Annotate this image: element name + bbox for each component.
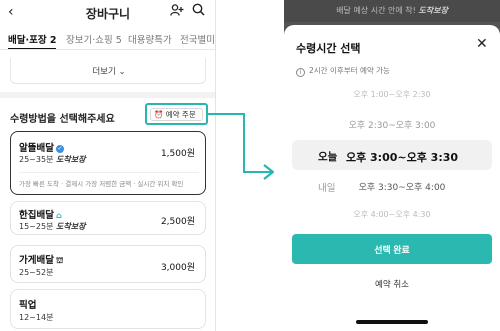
- delivery-option-card[interactable]: 가게배달 ⛫ 25~52분 3,000원: [10, 245, 206, 283]
- option-name: 가게배달: [19, 255, 54, 266]
- home-indicator: [356, 320, 428, 324]
- option-time: 12~14분: [19, 313, 54, 322]
- option-name: 픽업: [19, 300, 37, 311]
- guarantee-badge: 도착보장: [55, 155, 86, 164]
- category-tabs: 배달·포장 2 장보기·쇼핑 5 대용량특가 전국별미: [0, 26, 215, 50]
- time-slot-option[interactable]: 오후 3:30~오후 4:00: [284, 180, 500, 193]
- reserve-order-button[interactable]: ⏰ 예약 주문: [150, 108, 203, 121]
- time-slot-option[interactable]: 오후 1:00~오후 2:30: [284, 89, 500, 100]
- cancel-reservation-button[interactable]: 예약 취소: [284, 278, 500, 290]
- banner-brand: 도착보장: [418, 6, 448, 15]
- option-time: 15~25분: [19, 222, 54, 231]
- card-separator: [19, 172, 199, 173]
- time-select-sheet: 수령시간 선택 ✕ i 2시간 이후부터 예약 가능 오후 1:00~오후 2:3…: [284, 25, 500, 331]
- time-slot-selected[interactable]: 오후 3:00~오후 3:30: [284, 149, 500, 165]
- reservation-info: 2시간 이후부터 예약 가능: [309, 66, 390, 75]
- delivery-option-card[interactable]: 픽업 12~14분: [10, 289, 206, 329]
- tab-grocery-shopping[interactable]: 장보기·쇼핑 5: [66, 32, 122, 46]
- store-icon: ⛫: [55, 256, 64, 265]
- tab-delivery-pickup[interactable]: 배달·포장 2: [8, 32, 57, 46]
- cart-screen: ‹ 장바구니 배달·포장 2 장보기·쇼핑 5 대용량특가 전국별미 더보기 ⌄…: [0, 0, 216, 331]
- alarm-clock-icon: ⏰: [154, 110, 164, 119]
- delivery-option-card[interactable]: 한집배달 ⌂ 15~25분 도착보장 2,500원: [10, 201, 206, 235]
- banner-text: 배달 예상 시간 안에 착!: [336, 6, 416, 15]
- tab-bulk-deal[interactable]: 대용량특가: [128, 32, 172, 46]
- active-tab-indicator: [8, 48, 56, 49]
- search-icon[interactable]: [192, 3, 205, 20]
- option-price: 2,500원: [160, 217, 195, 227]
- house-icon: ⌂: [55, 211, 62, 220]
- person-add-icon[interactable]: [170, 4, 184, 20]
- verified-icon: ✓: [55, 145, 64, 153]
- guarantee-badge: 도착보장: [55, 222, 86, 231]
- delivery-option-card[interactable]: 알뜰배달 ✓ 25~35분 도착보장 1,500원 가장 빠른 도착 · 결제시 …: [10, 131, 206, 195]
- option-time: 25~52분: [19, 268, 54, 277]
- more-button[interactable]: 더보기 ⌄: [10, 58, 206, 84]
- close-icon[interactable]: ✕: [476, 36, 488, 52]
- tab-regional-specialty[interactable]: 전국별미: [180, 32, 215, 46]
- confirm-button[interactable]: 선택 완료: [292, 234, 492, 264]
- info-icon: i: [296, 68, 305, 77]
- time-slot-option[interactable]: 오후 4:00~오후 4:30: [284, 209, 500, 220]
- sheet-title: 수령시간 선택: [296, 42, 361, 55]
- more-label: 더보기: [92, 67, 116, 77]
- option-name: 한집배달: [19, 210, 54, 221]
- chevron-down-icon: ⌄: [118, 67, 126, 77]
- time-picker-screen: 배달 예상 시간 안에 착! 도착보장 수령시간 선택 ✕ i 2시간 이후부터 …: [284, 0, 500, 331]
- cart-header: ‹ 장바구니: [0, 0, 215, 26]
- option-price: 1,500원: [160, 149, 195, 159]
- option-description: 가장 빠른 도착 · 결제시 가장 저렴한 금액 · 실시간 위치 확인: [19, 180, 184, 188]
- dimmed-banner: 배달 예상 시간 안에 착! 도착보장: [284, 0, 500, 22]
- section-divider: [0, 92, 215, 98]
- time-slot-option[interactable]: 오후 2:30~오후 3:00: [284, 118, 500, 131]
- section-title: 수령방법을 선택해주세요: [10, 114, 115, 125]
- option-price: 3,000원: [160, 263, 195, 273]
- reserve-order-highlight: ⏰ 예약 주문: [145, 103, 208, 125]
- option-time: 25~35분: [19, 155, 54, 164]
- reserve-order-label: 예약 주문: [165, 110, 196, 119]
- option-name: 알뜰배달: [19, 143, 54, 154]
- confirm-label: 선택 완료: [374, 245, 410, 255]
